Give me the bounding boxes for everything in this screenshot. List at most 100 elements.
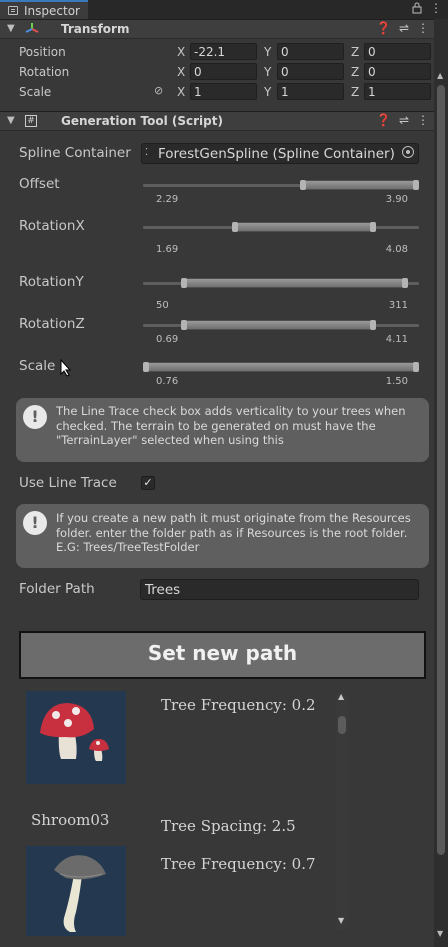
more-options-icon[interactable]: ⋮ bbox=[417, 113, 429, 127]
more-options-icon[interactable]: ⋮ bbox=[430, 1, 442, 15]
foldout-arrow-icon[interactable]: ▼ bbox=[7, 23, 15, 34]
mouse-cursor bbox=[60, 358, 72, 380]
tree-name-1: Shroom03 bbox=[31, 811, 110, 829]
help-icon[interactable]: ❓ bbox=[376, 113, 391, 127]
tab-inspector[interactable]: Inspector bbox=[0, 0, 88, 19]
transform-row-label: Position bbox=[19, 45, 66, 59]
slider-max-value: 4.08 bbox=[385, 244, 408, 255]
slider-max-value: 3.90 bbox=[385, 194, 408, 205]
scroll-down-icon[interactable]: ▼ bbox=[338, 916, 344, 925]
slider-range-bar[interactable] bbox=[143, 362, 419, 372]
y-axis-label: Y bbox=[264, 65, 272, 79]
path-help-box: ! If you create a new path it must origi… bbox=[16, 504, 429, 568]
slider-min-value: 50 bbox=[156, 300, 169, 311]
slider-min-handle[interactable] bbox=[232, 222, 239, 232]
checkmark-icon: ✓ bbox=[143, 476, 153, 489]
slider-range-bar[interactable] bbox=[299, 180, 419, 190]
tree-frequency-2: Tree Frequency: 0.7 bbox=[161, 855, 316, 873]
x-axis-label: X bbox=[177, 45, 186, 59]
x-field[interactable]: -22.1 bbox=[190, 43, 257, 60]
x-field[interactable]: 0 bbox=[190, 63, 257, 80]
slider-range-bar[interactable] bbox=[180, 320, 376, 330]
transform-row-label: Rotation bbox=[19, 65, 70, 79]
use-line-trace-checkbox[interactable]: ✓ bbox=[141, 476, 155, 490]
object-picker-icon[interactable] bbox=[402, 146, 414, 158]
tree-spacing-1: Tree Spacing: 2.5 bbox=[161, 817, 296, 835]
slider-label: RotationY bbox=[19, 274, 84, 290]
tree-thumbnail-1[interactable] bbox=[26, 691, 126, 784]
presets-icon[interactable]: ⇌ bbox=[399, 21, 409, 35]
slider-min-handle[interactable] bbox=[299, 180, 306, 190]
z-axis-label: Z bbox=[351, 85, 360, 99]
z-axis-label: Z bbox=[351, 45, 360, 59]
x-axis-label: X bbox=[177, 65, 186, 79]
slider-max-handle[interactable] bbox=[413, 362, 419, 372]
folder-path-input[interactable]: Trees bbox=[140, 579, 419, 600]
use-line-trace-label: Use Line Trace bbox=[19, 475, 117, 491]
slider-label: Scale bbox=[19, 358, 56, 374]
presets-icon[interactable]: ⇌ bbox=[399, 113, 409, 127]
slider-max-handle[interactable] bbox=[369, 320, 376, 330]
slider-max-handle[interactable] bbox=[413, 180, 419, 190]
tab-bar: Inspector ⋮ bbox=[0, 0, 448, 19]
mushroom-white-icon bbox=[54, 855, 106, 932]
path-help-text: If you create a new path it must origina… bbox=[56, 511, 411, 554]
inspector-icon bbox=[8, 6, 18, 15]
info-icon: ! bbox=[23, 511, 47, 535]
inspector-scroll-thumb[interactable] bbox=[437, 85, 445, 855]
slider-max-handle[interactable] bbox=[369, 222, 376, 232]
y-field[interactable]: 1 bbox=[277, 83, 344, 100]
generation-tool-title: Generation Tool (Script) bbox=[61, 114, 223, 128]
spline-container-field[interactable]: ⁚ ForestGenSpline (Spline Container) bbox=[141, 143, 419, 164]
tree-thumbnail-2[interactable] bbox=[26, 846, 126, 936]
y-axis-label: Y bbox=[264, 85, 272, 99]
slider-label: Offset bbox=[19, 176, 60, 192]
scroll-up-icon[interactable]: ▲ bbox=[338, 692, 344, 701]
slider-range-bar[interactable] bbox=[180, 278, 409, 288]
constrain-proportions-icon[interactable]: ⊘ bbox=[154, 84, 163, 97]
slider-min-value: 0.69 bbox=[156, 334, 179, 345]
script-icon: # bbox=[25, 115, 37, 127]
slider-max-value: 4.11 bbox=[385, 334, 408, 345]
slider-min-handle[interactable] bbox=[143, 362, 149, 372]
mushroom-red-icon bbox=[40, 703, 109, 761]
transform-header[interactable]: ▼ Transform ❓ ⇌ ⋮ bbox=[0, 19, 434, 39]
slider-label: RotationZ bbox=[19, 316, 85, 332]
z-axis-label: Z bbox=[351, 65, 360, 79]
more-options-icon[interactable]: ⋮ bbox=[417, 21, 429, 35]
help-icon[interactable]: ❓ bbox=[376, 21, 391, 35]
slider-min-handle[interactable] bbox=[180, 278, 187, 288]
slider-min-value: 0.76 bbox=[156, 376, 179, 387]
tab-inspector-label: Inspector bbox=[24, 4, 80, 18]
z-field[interactable]: 0 bbox=[364, 43, 431, 60]
x-field[interactable]: 1 bbox=[190, 83, 257, 100]
slider-min-handle[interactable] bbox=[180, 320, 187, 330]
lock-icon[interactable] bbox=[412, 2, 422, 17]
scroll-down-icon[interactable]: ▼ bbox=[437, 929, 443, 938]
line-trace-help-box: ! The Line Trace check box adds vertical… bbox=[16, 398, 429, 462]
slider-label: RotationX bbox=[19, 218, 85, 234]
x-axis-label: X bbox=[177, 85, 186, 99]
scroll-up-icon[interactable]: ▲ bbox=[437, 71, 443, 80]
tree-list-scrollbar[interactable]: ▲ ▼ bbox=[336, 692, 348, 930]
slider-min-value: 1.69 bbox=[156, 244, 179, 255]
set-new-path-button[interactable]: Set new path bbox=[19, 631, 426, 679]
slider-max-value: 1.50 bbox=[385, 376, 408, 387]
z-field[interactable]: 0 bbox=[364, 63, 431, 80]
z-field[interactable]: 1 bbox=[364, 83, 431, 100]
transform-icon bbox=[25, 22, 39, 39]
slider-max-value: 311 bbox=[388, 300, 408, 311]
y-field[interactable]: 0 bbox=[277, 43, 344, 60]
inspector-scrollbar[interactable]: ▲ ▼ bbox=[434, 19, 448, 947]
generation-tool-header[interactable]: ▼ # Generation Tool (Script) ❓ ⇌ ⋮ bbox=[0, 111, 434, 131]
tree-list-scroll-thumb[interactable] bbox=[338, 716, 346, 734]
transform-title: Transform bbox=[61, 22, 130, 36]
spline-icon: ⁚ bbox=[145, 147, 149, 158]
folder-path-value: Trees bbox=[145, 582, 181, 598]
y-field[interactable]: 0 bbox=[277, 63, 344, 80]
slider-range-bar[interactable] bbox=[232, 222, 376, 232]
folder-path-label: Folder Path bbox=[19, 581, 95, 597]
foldout-arrow-icon[interactable]: ▼ bbox=[7, 115, 15, 126]
line-trace-help-text: The Line Trace check box adds verticalit… bbox=[56, 404, 406, 447]
slider-max-handle[interactable] bbox=[402, 278, 409, 288]
